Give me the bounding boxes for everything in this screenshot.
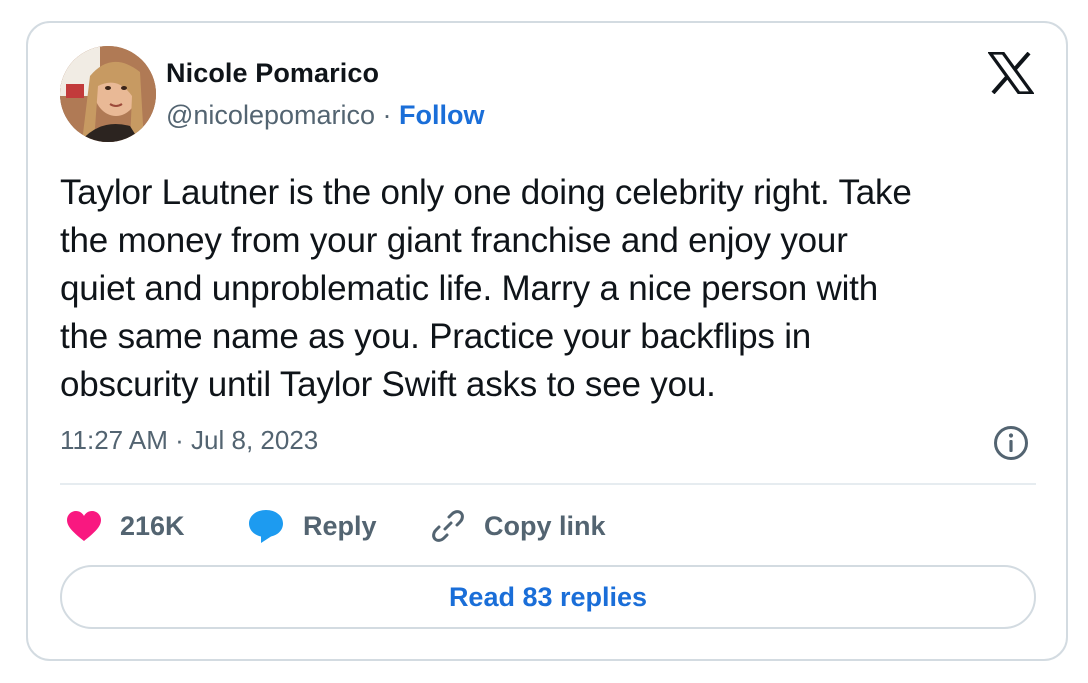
speech-bubble-icon (249, 510, 283, 543)
x-logo-icon[interactable] (986, 51, 1036, 95)
author-name[interactable]: Nicole Pomarico (166, 58, 379, 89)
separator-dot: · (382, 100, 392, 130)
link-icon (432, 510, 464, 542)
follow-button[interactable]: Follow (399, 100, 484, 130)
like-button[interactable]: 216K (66, 504, 185, 548)
reply-label: Reply (303, 510, 377, 541)
divider (60, 483, 1036, 485)
info-icon[interactable] (993, 425, 1029, 461)
reply-button[interactable]: Reply (247, 504, 377, 548)
author-handle[interactable]: @nicolepomarico (166, 100, 375, 130)
like-count: 216K (120, 510, 185, 541)
avatar[interactable] (60, 46, 156, 142)
read-replies-button[interactable]: Read 83 replies (60, 565, 1036, 629)
tweet-text: Taylor Lautner is the only one doing cel… (60, 173, 912, 404)
heart-icon (67, 511, 101, 541)
tweet-timestamp[interactable]: 11:27 AM · Jul 8, 2023 (60, 425, 318, 456)
copy-link-label: Copy link (484, 510, 606, 541)
copy-link-button[interactable]: Copy link (430, 504, 606, 548)
author-handle-row: @nicolepomarico · Follow (166, 100, 485, 131)
